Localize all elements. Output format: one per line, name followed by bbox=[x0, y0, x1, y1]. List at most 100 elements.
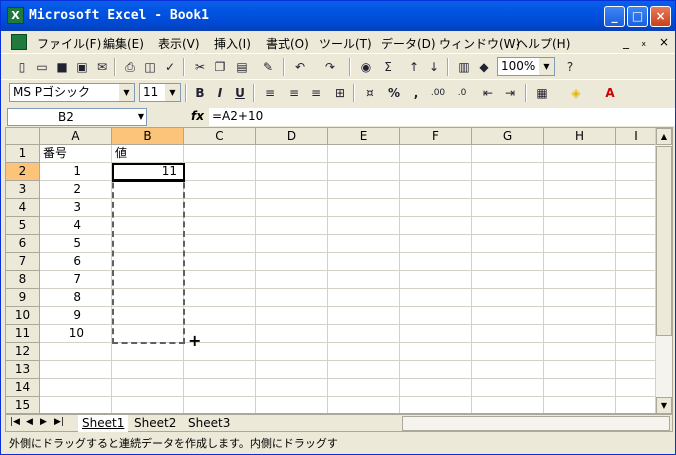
chart-wizard-icon[interactable]: ▥ bbox=[455, 58, 473, 76]
grid-cell[interactable] bbox=[328, 325, 400, 343]
grid-cell[interactable] bbox=[400, 361, 472, 379]
decrease-indent-icon[interactable]: ⇤ bbox=[479, 84, 497, 102]
grid-cell[interactable] bbox=[328, 397, 400, 413]
sort-descending-icon[interactable]: ↓ bbox=[425, 58, 443, 76]
new-icon[interactable]: ▯ bbox=[13, 58, 31, 76]
row-header[interactable]: 11 bbox=[6, 325, 40, 343]
formula-input[interactable]: =A2+10 bbox=[209, 108, 675, 126]
grid-cell[interactable] bbox=[472, 271, 544, 289]
grid-cell[interactable] bbox=[544, 181, 616, 199]
column-header-e[interactable]: E bbox=[328, 128, 400, 145]
grid-cell[interactable] bbox=[112, 379, 184, 397]
grid-cell[interactable] bbox=[184, 199, 256, 217]
row-header[interactable]: 9 bbox=[6, 289, 40, 307]
grid-cell[interactable] bbox=[544, 253, 616, 271]
grid-cell[interactable] bbox=[472, 289, 544, 307]
grid-cell[interactable] bbox=[256, 163, 328, 181]
grid-cell[interactable] bbox=[40, 343, 112, 361]
grid-cell[interactable] bbox=[616, 163, 657, 181]
help-icon[interactable]: ? bbox=[561, 58, 579, 76]
zoom-select[interactable]: 100% ▼ bbox=[497, 57, 555, 76]
cell-a7[interactable]: 6 bbox=[40, 253, 112, 271]
row-header[interactable]: 8 bbox=[6, 271, 40, 289]
print-preview-icon[interactable]: ◫ bbox=[141, 58, 159, 76]
cell-b2[interactable]: 11 bbox=[112, 163, 184, 181]
grid-cell[interactable] bbox=[256, 145, 328, 163]
grid-cell[interactable] bbox=[184, 289, 256, 307]
grid-cell[interactable] bbox=[328, 145, 400, 163]
scroll-up-icon[interactable]: ▲ bbox=[656, 128, 672, 145]
drawing-icon[interactable]: ◆ bbox=[475, 58, 493, 76]
grid-cell[interactable] bbox=[184, 379, 256, 397]
permission-icon[interactable]: ▣ bbox=[73, 58, 91, 76]
spelling-icon[interactable]: ✓ bbox=[161, 58, 179, 76]
grid-cell[interactable] bbox=[616, 271, 657, 289]
row-header[interactable]: 6 bbox=[6, 235, 40, 253]
scroll-down-icon[interactable]: ▼ bbox=[656, 397, 672, 413]
grid-cell[interactable] bbox=[472, 235, 544, 253]
row-header[interactable]: 7 bbox=[6, 253, 40, 271]
grid-cell[interactable] bbox=[616, 217, 657, 235]
grid-cell[interactable] bbox=[544, 343, 616, 361]
prev-sheet-icon[interactable]: ◀ bbox=[26, 417, 33, 427]
chevron-down-icon[interactable]: ▼ bbox=[138, 109, 144, 125]
grid-cell[interactable] bbox=[544, 379, 616, 397]
cell-b1[interactable]: 値 bbox=[112, 145, 184, 163]
grid-cell[interactable] bbox=[256, 307, 328, 325]
row-header[interactable]: 14 bbox=[6, 379, 40, 397]
grid-cell[interactable] bbox=[400, 397, 472, 413]
column-header-d[interactable]: D bbox=[256, 128, 328, 145]
grid-cell[interactable] bbox=[328, 163, 400, 181]
close-button[interactable]: × bbox=[650, 6, 671, 27]
row-header[interactable]: 1 bbox=[6, 145, 40, 163]
grid-cell[interactable] bbox=[112, 181, 184, 199]
grid-cell[interactable] bbox=[616, 325, 657, 343]
save-icon[interactable]: ■ bbox=[53, 58, 71, 76]
column-header-f[interactable]: F bbox=[400, 128, 472, 145]
first-sheet-icon[interactable]: |◀ bbox=[10, 417, 20, 427]
grid-cell[interactable] bbox=[256, 253, 328, 271]
grid-cell[interactable] bbox=[256, 289, 328, 307]
grid-cell[interactable] bbox=[256, 199, 328, 217]
grid-cell[interactable] bbox=[112, 253, 184, 271]
column-header-i[interactable]: I bbox=[616, 128, 657, 145]
grid-cell[interactable] bbox=[472, 397, 544, 413]
grid-cell[interactable] bbox=[112, 289, 184, 307]
grid-cell[interactable] bbox=[400, 307, 472, 325]
row-header[interactable]: 15 bbox=[6, 397, 40, 413]
grid-cell[interactable] bbox=[40, 379, 112, 397]
grid-cell[interactable] bbox=[328, 235, 400, 253]
grid-cell[interactable] bbox=[184, 307, 256, 325]
grid-cell[interactable] bbox=[616, 235, 657, 253]
sort-ascending-icon[interactable]: ↑ bbox=[405, 58, 423, 76]
autosum-icon[interactable]: Σ bbox=[379, 58, 397, 76]
grid-cell[interactable] bbox=[328, 379, 400, 397]
cell-a10[interactable]: 9 bbox=[40, 307, 112, 325]
cell-a8[interactable]: 7 bbox=[40, 271, 112, 289]
cell-a3[interactable]: 2 bbox=[40, 181, 112, 199]
grid-cell[interactable] bbox=[184, 253, 256, 271]
grid-cell[interactable] bbox=[112, 343, 184, 361]
grid-cell[interactable] bbox=[472, 379, 544, 397]
grid-cell[interactable] bbox=[256, 217, 328, 235]
cut-icon[interactable]: ✂ bbox=[191, 58, 209, 76]
name-box[interactable]: B2 ▼ bbox=[7, 108, 147, 126]
grid-cell[interactable] bbox=[472, 199, 544, 217]
grid-cell[interactable] bbox=[616, 379, 657, 397]
grid-cell[interactable] bbox=[256, 397, 328, 413]
cell-a2[interactable]: 1 bbox=[40, 163, 112, 181]
redo-icon[interactable]: ↷ bbox=[321, 58, 339, 76]
row-header[interactable]: 2 bbox=[6, 163, 40, 181]
tab-sheet2[interactable]: Sheet2 bbox=[130, 415, 180, 432]
grid-cell[interactable] bbox=[544, 361, 616, 379]
column-header-g[interactable]: G bbox=[472, 128, 544, 145]
grid-cell[interactable] bbox=[400, 289, 472, 307]
email-icon[interactable]: ✉ bbox=[93, 58, 111, 76]
row-header[interactable]: 5 bbox=[6, 217, 40, 235]
grid-cell[interactable] bbox=[400, 253, 472, 271]
row-header[interactable]: 13 bbox=[6, 361, 40, 379]
chevron-down-icon[interactable]: ▼ bbox=[539, 58, 554, 75]
grid-cell[interactable] bbox=[616, 253, 657, 271]
undo-icon[interactable]: ↶ bbox=[291, 58, 309, 76]
merge-center-icon[interactable]: ⊞ bbox=[331, 84, 349, 102]
